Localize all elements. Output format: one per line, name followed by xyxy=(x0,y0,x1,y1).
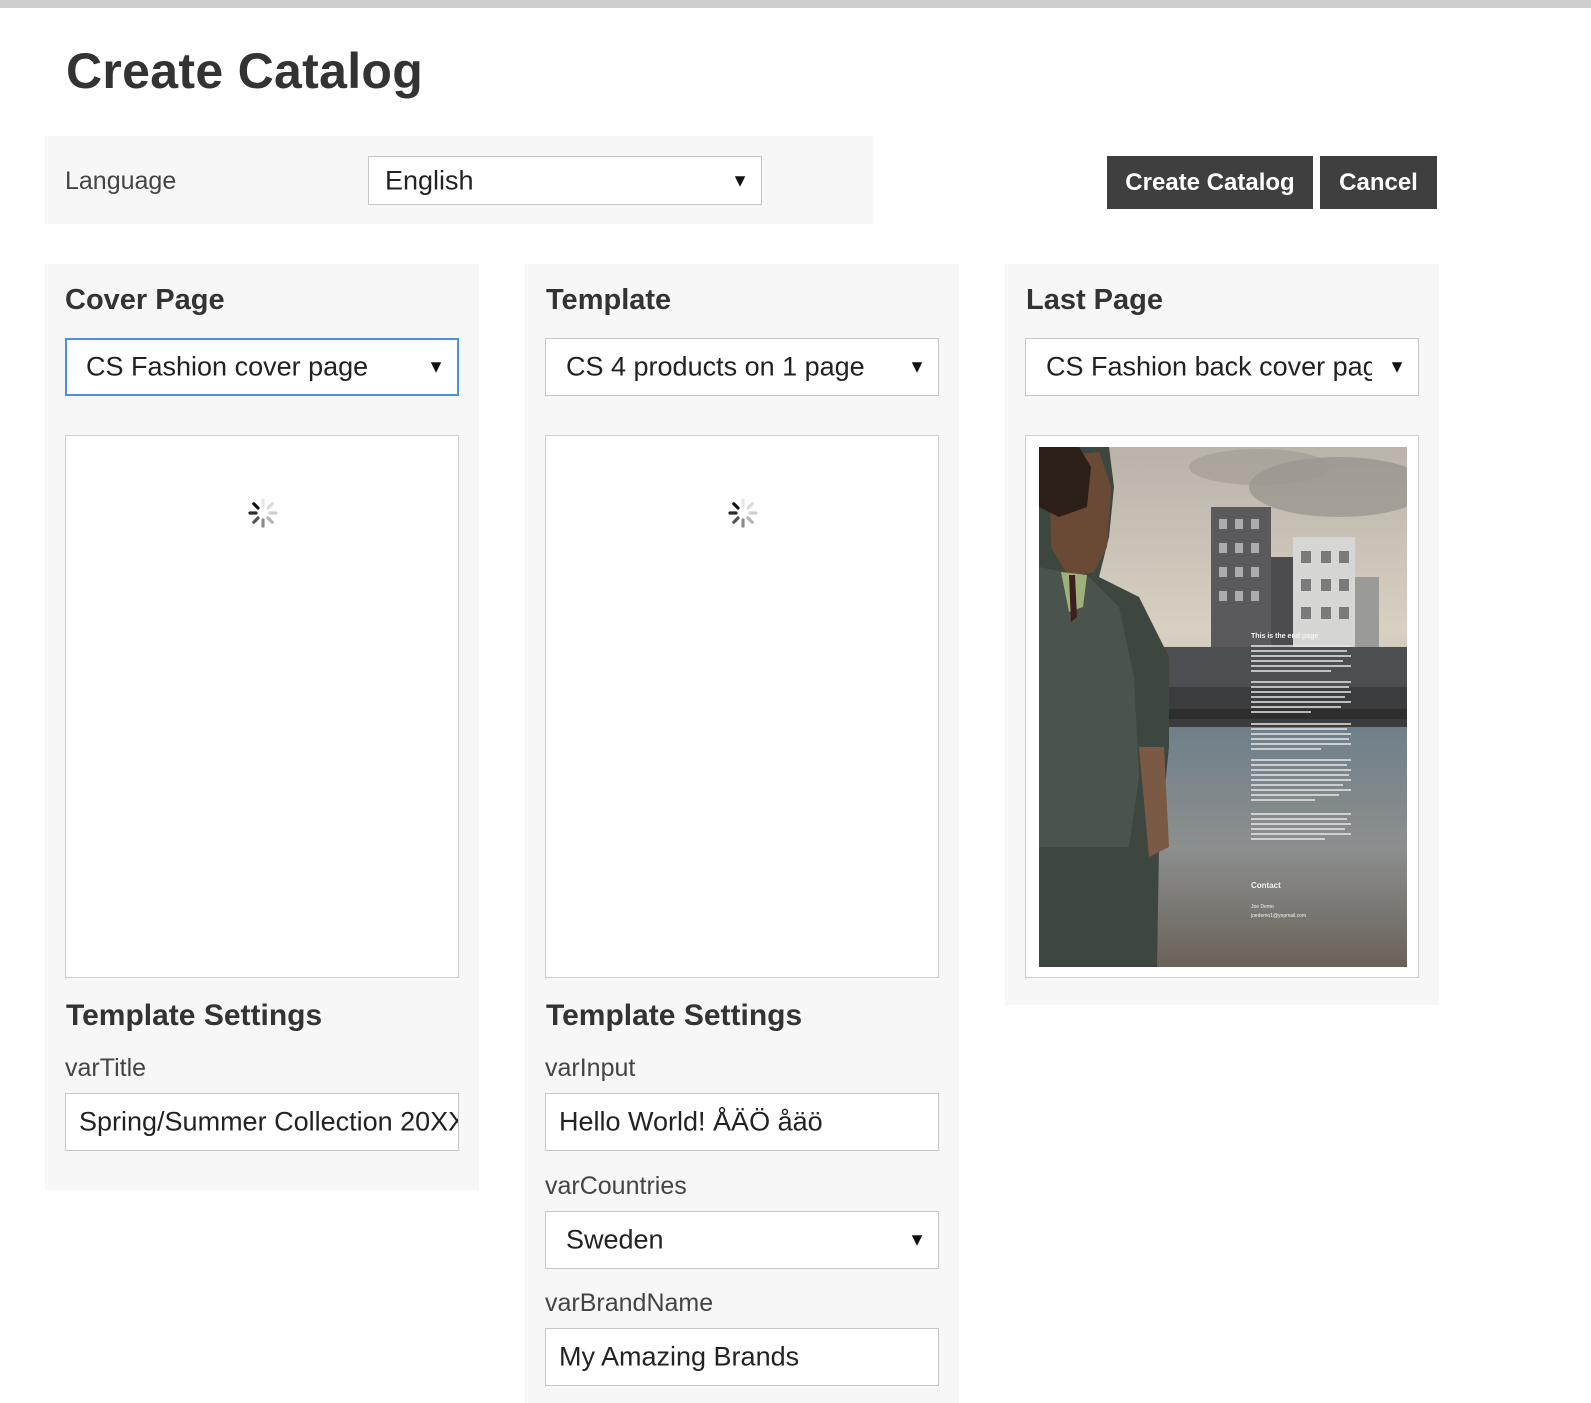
language-section: Language English ▼ xyxy=(45,136,873,224)
cancel-button[interactable]: Cancel xyxy=(1320,156,1437,209)
template-title: Template xyxy=(546,284,672,316)
last-page-preview: This is the end page Contact Joe Demo jo… xyxy=(1025,435,1419,978)
var-title-value: Spring/Summer Collection 20XX xyxy=(79,1106,459,1137)
last-page-title: Last Page xyxy=(1026,284,1163,316)
language-label: Language xyxy=(65,167,177,195)
last-page-select[interactable]: CS Fashion back cover page ▼ xyxy=(1025,338,1419,396)
template-select[interactable]: CS 4 products on 1 page ▼ xyxy=(545,338,939,396)
var-input-label: varInput xyxy=(545,1054,636,1082)
caret-down-icon: ▼ xyxy=(427,356,445,377)
cover-page-title: Cover Page xyxy=(65,284,225,316)
var-input-field[interactable]: Hello World! ÅÄÖ åäö xyxy=(545,1093,939,1151)
caret-down-icon: ▼ xyxy=(1388,356,1406,377)
cover-page-select-value: CS Fashion cover page xyxy=(86,351,369,382)
top-bar xyxy=(0,0,1591,8)
preview-contact-title: Contact xyxy=(1251,881,1281,890)
cover-page-select[interactable]: CS Fashion cover page ▼ xyxy=(65,338,459,396)
var-brand-name-input[interactable]: My Amazing Brands xyxy=(545,1328,939,1386)
caret-down-icon: ▼ xyxy=(731,170,749,190)
template-preview xyxy=(545,435,939,978)
cover-settings-title: Template Settings xyxy=(66,999,323,1032)
language-select[interactable]: English ▼ xyxy=(368,156,762,205)
loading-spinner-icon xyxy=(248,498,278,528)
template-select-value: CS 4 products on 1 page xyxy=(566,351,865,382)
var-countries-label: varCountries xyxy=(545,1172,687,1200)
cover-page-preview xyxy=(65,435,459,978)
var-title-label: varTitle xyxy=(65,1054,147,1082)
template-settings-title: Template Settings xyxy=(546,999,803,1032)
page-title: Create Catalog xyxy=(66,43,424,99)
back-cover-image: This is the end page Contact Joe Demo jo… xyxy=(1039,447,1407,967)
caret-down-icon: ▼ xyxy=(908,356,926,377)
preview-contact-name: Joe Demo xyxy=(1251,904,1274,910)
preview-contact-email: joedemo1@yopmail.com xyxy=(1250,913,1306,919)
var-countries-value: Sweden xyxy=(566,1224,664,1255)
cover-page-panel: Cover Page CS Fashion cover page ▼ Templ… xyxy=(45,264,479,1190)
var-title-input[interactable]: Spring/Summer Collection 20XX xyxy=(65,1093,459,1151)
last-page-select-value: CS Fashion back cover page xyxy=(1046,351,1372,382)
caret-down-icon: ▼ xyxy=(908,1229,926,1250)
language-select-value: English xyxy=(385,165,474,195)
loading-spinner-icon xyxy=(728,498,758,528)
var-countries-select[interactable]: Sweden ▼ xyxy=(545,1211,939,1269)
var-input-value: Hello World! ÅÄÖ åäö xyxy=(559,1106,823,1137)
var-brand-name-value: My Amazing Brands xyxy=(559,1341,800,1372)
template-panel: Template CS 4 products on 1 page ▼ Templ… xyxy=(525,264,959,1403)
preview-heading: This is the end page xyxy=(1251,633,1318,640)
last-page-panel: Last Page CS Fashion back cover page ▼ T… xyxy=(1005,264,1439,1005)
var-brand-name-label: varBrandName xyxy=(545,1289,714,1317)
create-catalog-button[interactable]: Create Catalog xyxy=(1107,156,1313,209)
